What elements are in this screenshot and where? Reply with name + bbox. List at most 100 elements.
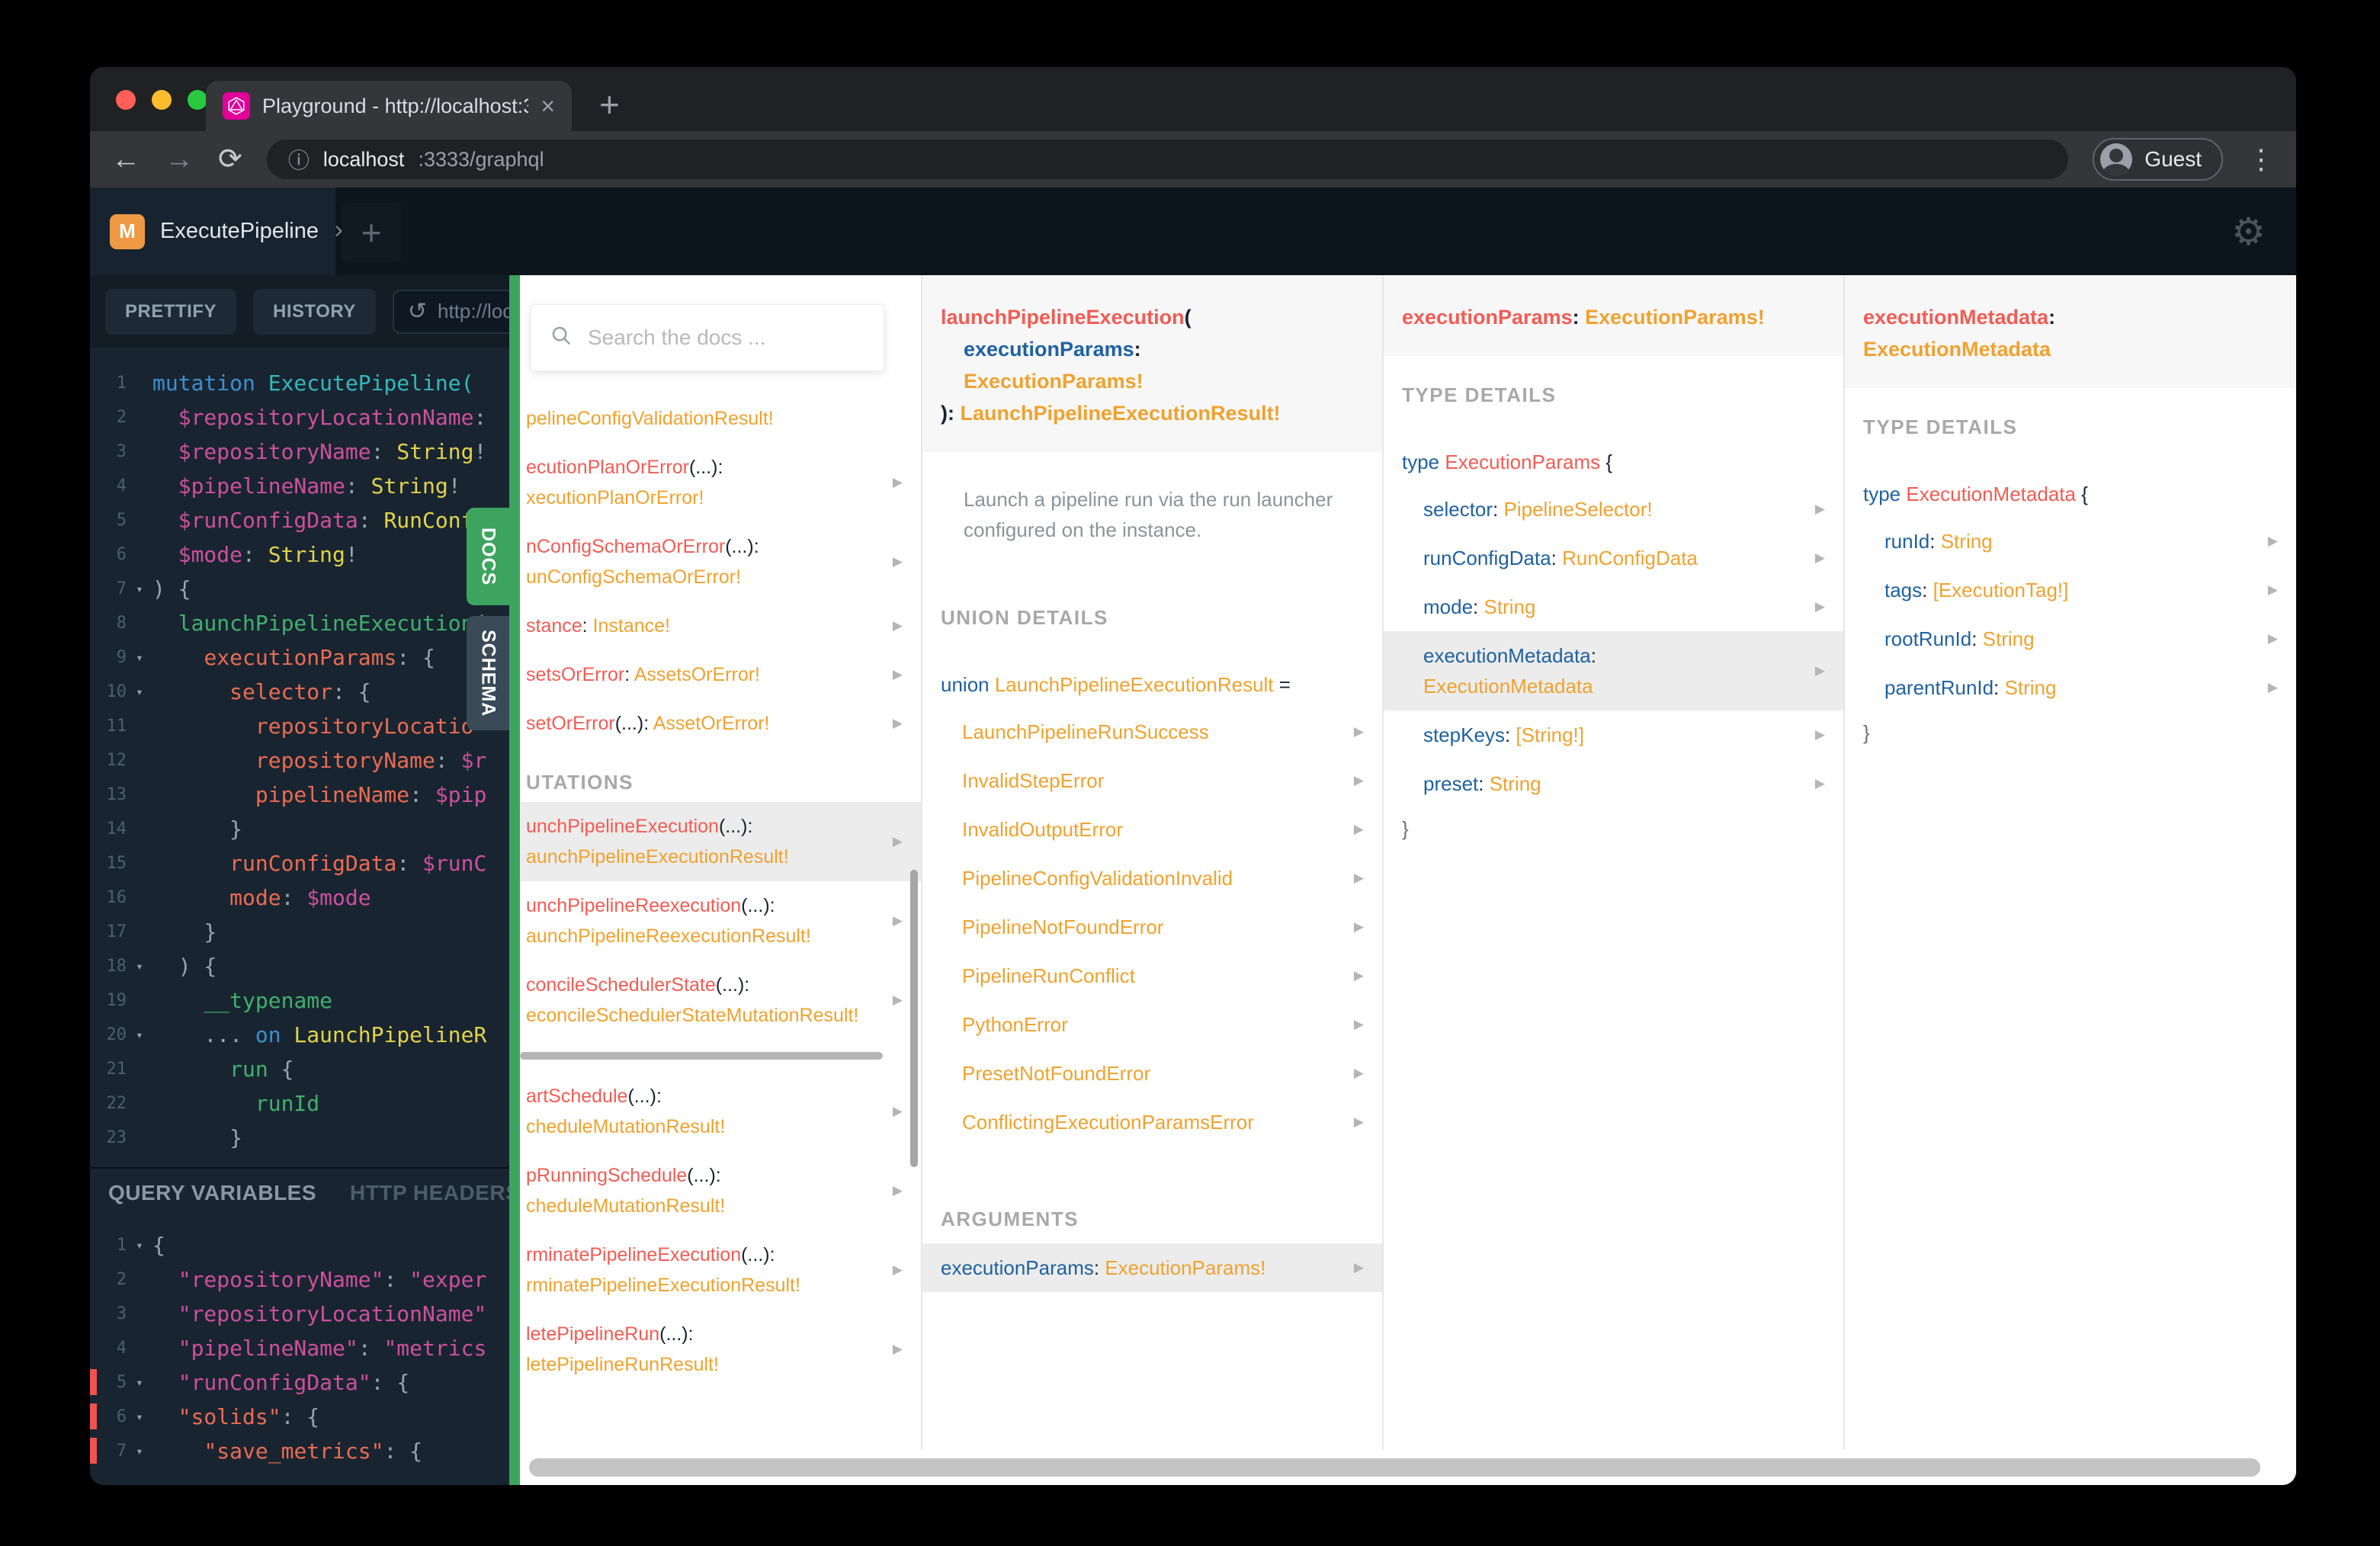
doc-item[interactable]: InvalidOutputError ▶: [922, 805, 1382, 854]
forward-icon[interactable]: →: [165, 145, 194, 174]
fold-icon[interactable]: ▾: [127, 640, 152, 675]
code-line[interactable]: 12 repositoryName: $r: [90, 743, 509, 778]
code-line[interactable]: 17 }: [90, 915, 509, 949]
code-line[interactable]: 3 "repositoryLocationName": [90, 1297, 509, 1331]
docs-panel-handle[interactable]: [509, 275, 520, 1485]
code-line[interactable]: 7 ▾) {: [90, 572, 509, 606]
profile-button[interactable]: Guest: [2093, 138, 2223, 181]
browser-menu-icon[interactable]: ⋮: [2247, 143, 2275, 175]
code-line[interactable]: 20 ▾ ... on LaunchPipelineR: [90, 1018, 509, 1052]
doc-item[interactable]: unchPipelineReexecution(...): aunchPipeli…: [520, 881, 921, 961]
doc-item[interactable]: rminatePipelineExecution(...): rminatePip…: [520, 1230, 921, 1310]
query-editor[interactable]: 1 mutation ExecutePipeline(2 $repositoryL…: [90, 348, 510, 1148]
code-line[interactable]: 4 $pipelineName: String!: [90, 469, 509, 503]
doc-item[interactable]: rootRunId: String ▶: [1845, 614, 2296, 663]
docs-search-box[interactable]: [531, 304, 884, 371]
playground-new-tab-button[interactable]: +: [342, 203, 401, 262]
history-button[interactable]: HISTORY: [253, 288, 376, 335]
doc-item[interactable]: selector: PipelineSelector! ▶: [1384, 485, 1843, 534]
fold-icon[interactable]: ▾: [127, 1400, 152, 1434]
doc-item[interactable]: setsOrError: AssetsOrError! ▶: [520, 650, 921, 699]
code-line[interactable]: 6 ▾ "solids": {: [90, 1400, 509, 1434]
doc-item[interactable]: stepKeys: [String!] ▶: [1384, 710, 1843, 759]
docs-horizontal-scrollbar-thumb[interactable]: [529, 1458, 2261, 1477]
doc-item[interactable]: stance: Instance! ▶: [520, 601, 921, 650]
address-bar[interactable]: ⓘ localhost:3333/graphql: [266, 140, 2069, 179]
code-line[interactable]: 3 $repositoryName: String!: [90, 435, 509, 469]
tab-http-headers[interactable]: HTTP HEADERS: [350, 1181, 509, 1205]
doc-item[interactable]: mode: String ▶: [1384, 582, 1843, 631]
endpoint-url-input[interactable]: ↺ http://loc: [392, 289, 509, 334]
doc-item[interactable]: executionParams: ExecutionParams! ▶: [922, 1243, 1382, 1292]
code-line[interactable]: 15 runConfigData: $runC: [90, 846, 509, 880]
fold-icon[interactable]: ▾: [127, 1018, 152, 1052]
doc-item[interactable]: preset: String ▶: [1384, 759, 1843, 808]
site-info-icon[interactable]: ⓘ: [288, 144, 310, 175]
query-variables-editor[interactable]: 1 ▾{2 "repositoryName": "exper 3 "reposito…: [90, 1217, 509, 1485]
code-line[interactable]: 9 ▾ executionParams: {: [90, 640, 509, 675]
playground-tab[interactable]: M ExecutePipeline ×: [90, 188, 348, 275]
code-line[interactable]: 2 "repositoryName": "exper: [90, 1262, 509, 1297]
doc-item[interactable]: PipelineRunConflict ▶: [922, 951, 1382, 1000]
docs-column-scrollbar[interactable]: [910, 870, 918, 1167]
doc-item[interactable]: runConfigData: RunConfigData ▶: [1384, 534, 1843, 582]
doc-item[interactable]: letePipelineRun(...): letePipelineRunResu…: [520, 1310, 921, 1389]
doc-item[interactable]: PipelineNotFoundError ▶: [922, 903, 1382, 951]
code-line[interactable]: 1 ▾{: [90, 1228, 509, 1262]
doc-item[interactable]: executionMetadata: ExecutionMetadata ▶: [1384, 631, 1843, 710]
code-line[interactable]: 1 mutation ExecutePipeline(: [90, 366, 509, 400]
doc-item[interactable]: LaunchPipelineRunSuccess ▶: [922, 707, 1382, 756]
browser-tab[interactable]: Playground - http://localhost:3 ×: [206, 81, 572, 131]
doc-item[interactable]: pelineConfigValidationResult!: [520, 394, 921, 443]
settings-gear-icon[interactable]: ⚙: [2231, 210, 2266, 254]
code-line[interactable]: 11 repositoryLocatio: [90, 709, 509, 743]
doc-item[interactable]: parentRunId: String ▶: [1845, 663, 2296, 712]
code-line[interactable]: 21 run {: [90, 1052, 509, 1086]
fold-icon[interactable]: ▾: [127, 572, 152, 606]
doc-item[interactable]: ConflictingExecutionParamsError ▶: [922, 1098, 1382, 1147]
doc-item[interactable]: ecutionPlanOrError(...): xecutionPlanOrEr…: [520, 443, 921, 522]
code-line[interactable]: 16 mode: $mode: [90, 880, 509, 915]
code-line[interactable]: 2 $repositoryLocationName:: [90, 400, 509, 435]
doc-item[interactable]: PythonError ▶: [922, 1000, 1382, 1049]
code-line[interactable]: 5 ▾ "runConfigData": {: [90, 1365, 509, 1400]
reload-icon[interactable]: ⟳: [218, 145, 242, 174]
horizontal-scrollbar-thumb[interactable]: [520, 1052, 883, 1060]
fold-icon[interactable]: ▾: [127, 1365, 152, 1400]
code-line[interactable]: 22 runId: [90, 1086, 509, 1121]
fold-icon[interactable]: ▾: [127, 1228, 152, 1262]
zoom-window-button[interactable]: [188, 90, 207, 110]
doc-item[interactable]: pRunningSchedule(...): cheduleMutationRes…: [520, 1151, 921, 1230]
reload-schema-icon[interactable]: ↺: [408, 300, 427, 323]
new-tab-button[interactable]: +: [599, 84, 620, 125]
code-line[interactable]: 5 $runConfigData: RunConfigData: [90, 503, 509, 537]
fold-icon[interactable]: ▾: [127, 949, 152, 983]
minimize-window-button[interactable]: [152, 90, 172, 110]
fold-icon[interactable]: ▾: [127, 675, 152, 709]
doc-item[interactable]: PresetNotFoundError ▶: [922, 1049, 1382, 1098]
doc-item[interactable]: unchPipelineExecution(...): aunchPipeline…: [520, 802, 921, 881]
doc-item[interactable]: runId: String ▶: [1845, 517, 2296, 566]
code-line[interactable]: 18 ▾ ) {: [90, 949, 509, 983]
close-window-button[interactable]: [116, 90, 136, 110]
doc-item[interactable]: setOrError(...): AssetOrError! ▶: [520, 699, 921, 748]
prettify-button[interactable]: PRETTIFY: [105, 288, 237, 335]
doc-item[interactable]: nConfigSchemaOrError(...): unConfigSchema…: [520, 522, 921, 601]
doc-item[interactable]: InvalidStepError ▶: [922, 756, 1382, 805]
code-line[interactable]: 23 }: [90, 1121, 509, 1148]
code-line[interactable]: 4 "pipelineName": "metrics: [90, 1331, 509, 1365]
tab-query-variables[interactable]: QUERY VARIABLES: [108, 1181, 316, 1205]
code-line[interactable]: 13 pipelineName: $pip: [90, 778, 509, 812]
doc-item[interactable]: PipelineConfigValidationInvalid ▶: [922, 854, 1382, 903]
code-line[interactable]: 6 $mode: String!: [90, 537, 509, 572]
back-icon[interactable]: ←: [111, 145, 140, 174]
code-line[interactable]: 10 ▾ selector: {: [90, 675, 509, 709]
tab-schema[interactable]: SCHEMA: [467, 616, 509, 730]
code-line[interactable]: 7 ▾ "save_metrics": {: [90, 1434, 509, 1468]
fold-icon[interactable]: ▾: [127, 1434, 152, 1468]
tab-close-icon[interactable]: ×: [540, 94, 555, 118]
docs-search-input[interactable]: [588, 326, 865, 350]
doc-item[interactable]: tags: [ExecutionTag!] ▶: [1845, 566, 2296, 614]
code-line[interactable]: 8 launchPipelineExecution(: [90, 606, 509, 640]
code-line[interactable]: 14 }: [90, 812, 509, 846]
